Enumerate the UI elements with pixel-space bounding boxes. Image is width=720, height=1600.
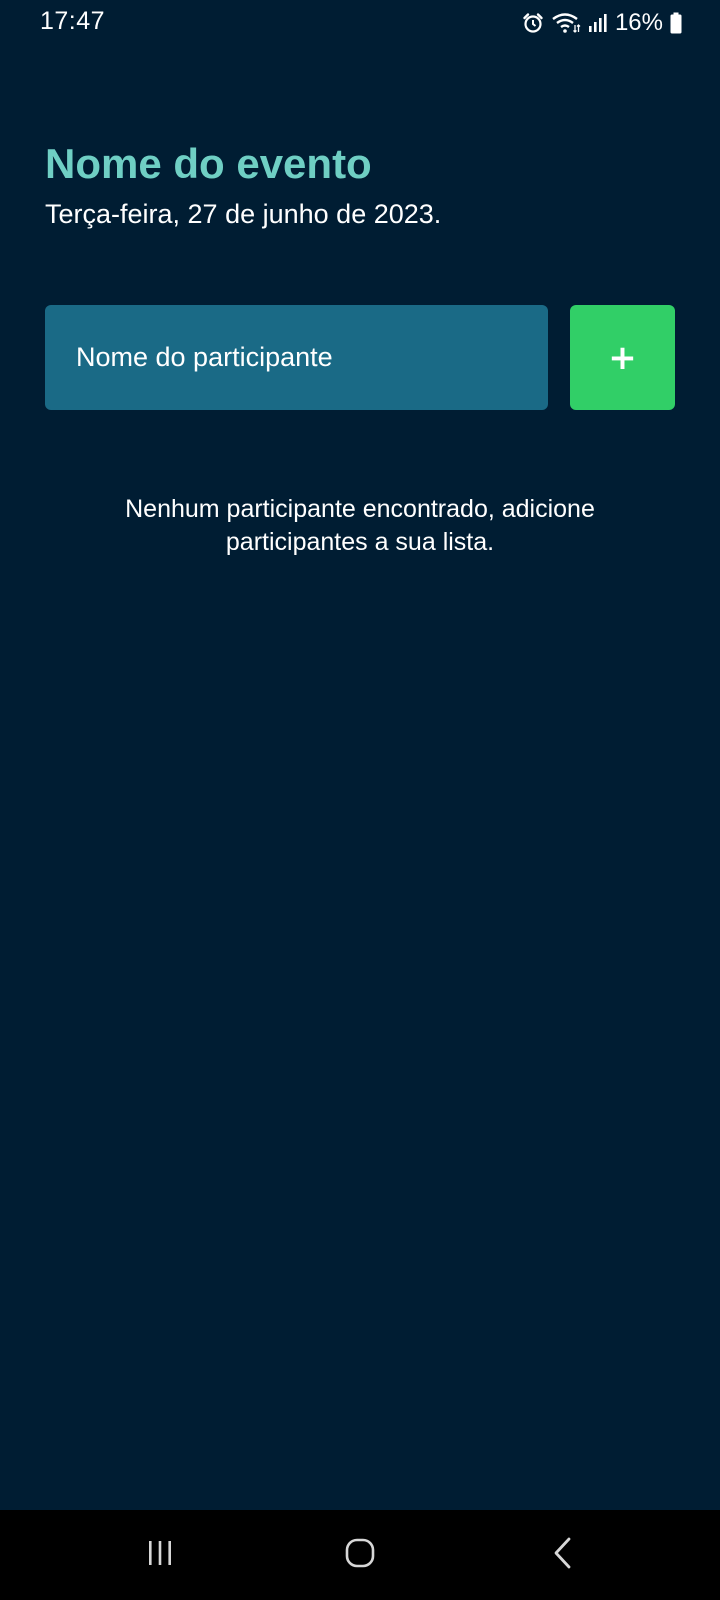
signal-icon [588, 13, 608, 33]
status-time: 17:47 [40, 7, 106, 35]
empty-list-message: Nenhum participante encontrado, adicione… [125, 495, 595, 556]
battery-icon [670, 12, 682, 34]
alarm-icon [522, 12, 544, 34]
back-icon [551, 1536, 575, 1575]
wifi-icon [551, 12, 581, 34]
recents-icon [145, 1538, 175, 1573]
status-icons: 16% [522, 8, 682, 38]
app-screen: 17:47 16% Nome do evento Terça-feira, 27… [0, 0, 720, 1600]
recents-button[interactable] [100, 1510, 220, 1600]
battery-percentage: 16% [614, 9, 663, 36]
back-button[interactable] [503, 1510, 623, 1600]
system-nav-bar [0, 1510, 720, 1600]
event-title: Nome do evento [45, 140, 372, 187]
home-button[interactable] [300, 1510, 420, 1600]
home-icon [344, 1537, 376, 1574]
add-participant-button[interactable]: + [570, 305, 675, 410]
event-date: Terça-feira, 27 de junho de 2023. [45, 199, 442, 229]
plus-icon: + [608, 337, 637, 378]
participant-name-input[interactable] [45, 305, 548, 410]
status-bar: 17:47 16% [0, 0, 720, 46]
